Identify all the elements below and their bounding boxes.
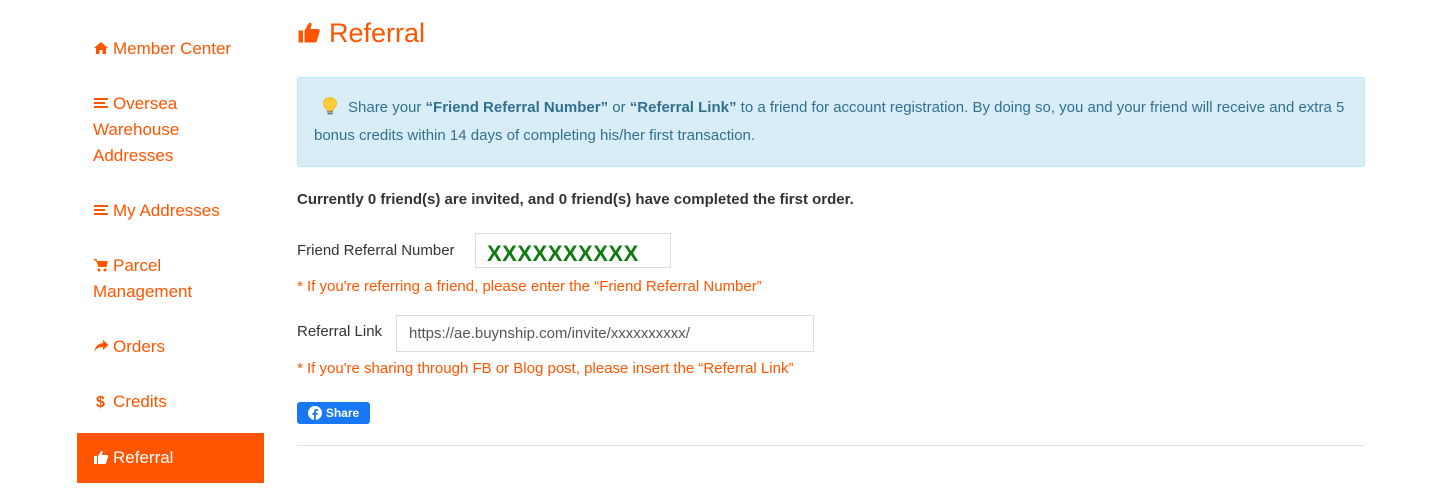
list-icon	[93, 202, 113, 218]
sidebar-item-member-center[interactable]: Member Center	[77, 24, 264, 74]
thumbs-up-icon	[297, 20, 323, 46]
sidebar: Member Center Oversea Warehouse Addresse…	[77, 24, 264, 483]
svg-text:$: $	[96, 394, 105, 409]
referral-info-alert: Share your “Friend Referral Number” or “…	[297, 77, 1365, 167]
referral-link-field[interactable]	[396, 315, 814, 352]
divider	[297, 445, 1364, 446]
sidebar-item-label: Credits	[113, 392, 167, 411]
page-title: Referral	[297, 16, 425, 50]
alert-referral-link-term: “Referral Link”	[629, 99, 737, 116]
alert-text-or: or	[608, 99, 630, 116]
alert-friend-referral-number-term: “Friend Referral Number”	[425, 99, 609, 116]
home-icon	[93, 40, 113, 56]
list-icon	[93, 95, 113, 111]
share-arrow-icon	[93, 338, 113, 354]
referral-link-hint: * If you're sharing through FB or Blog p…	[297, 360, 794, 377]
sidebar-item-label: Orders	[113, 337, 165, 356]
friend-referral-number-label: Friend Referral Number	[297, 242, 455, 259]
sidebar-item-referral[interactable]: Referral	[77, 433, 264, 483]
sidebar-item-parcel-management[interactable]: Parcel Management	[77, 236, 264, 317]
thumbs-up-icon	[93, 449, 113, 465]
sidebar-item-orders[interactable]: Orders	[77, 317, 264, 372]
sidebar-item-credits[interactable]: $ Credits	[77, 372, 264, 427]
alert-text-prefix: Share your	[348, 99, 426, 116]
friend-referral-number-value[interactable]: XXXXXXXXXX	[475, 233, 671, 268]
sidebar-item-oversea-warehouse-addresses[interactable]: Oversea Warehouse Addresses	[77, 74, 264, 181]
lightbulb-icon	[320, 96, 340, 116]
sidebar-item-label: My Addresses	[113, 201, 220, 220]
friend-referral-number-hint: * If you're referring a friend, please e…	[297, 278, 762, 295]
facebook-icon	[307, 406, 322, 420]
referral-stats: Currently 0 friend(s) are invited, and 0…	[297, 191, 854, 208]
referral-link-label: Referral Link	[297, 323, 383, 340]
facebook-share-label: Share	[325, 406, 360, 420]
facebook-share-button[interactable]: Share	[297, 402, 370, 424]
page-title-text: Referral	[329, 18, 426, 48]
dollar-icon: $	[93, 393, 113, 409]
sidebar-item-my-addresses[interactable]: My Addresses	[77, 181, 264, 236]
sidebar-item-label: Member Center	[113, 39, 232, 58]
cart-icon	[93, 257, 113, 273]
sidebar-item-label: Referral	[113, 448, 174, 467]
